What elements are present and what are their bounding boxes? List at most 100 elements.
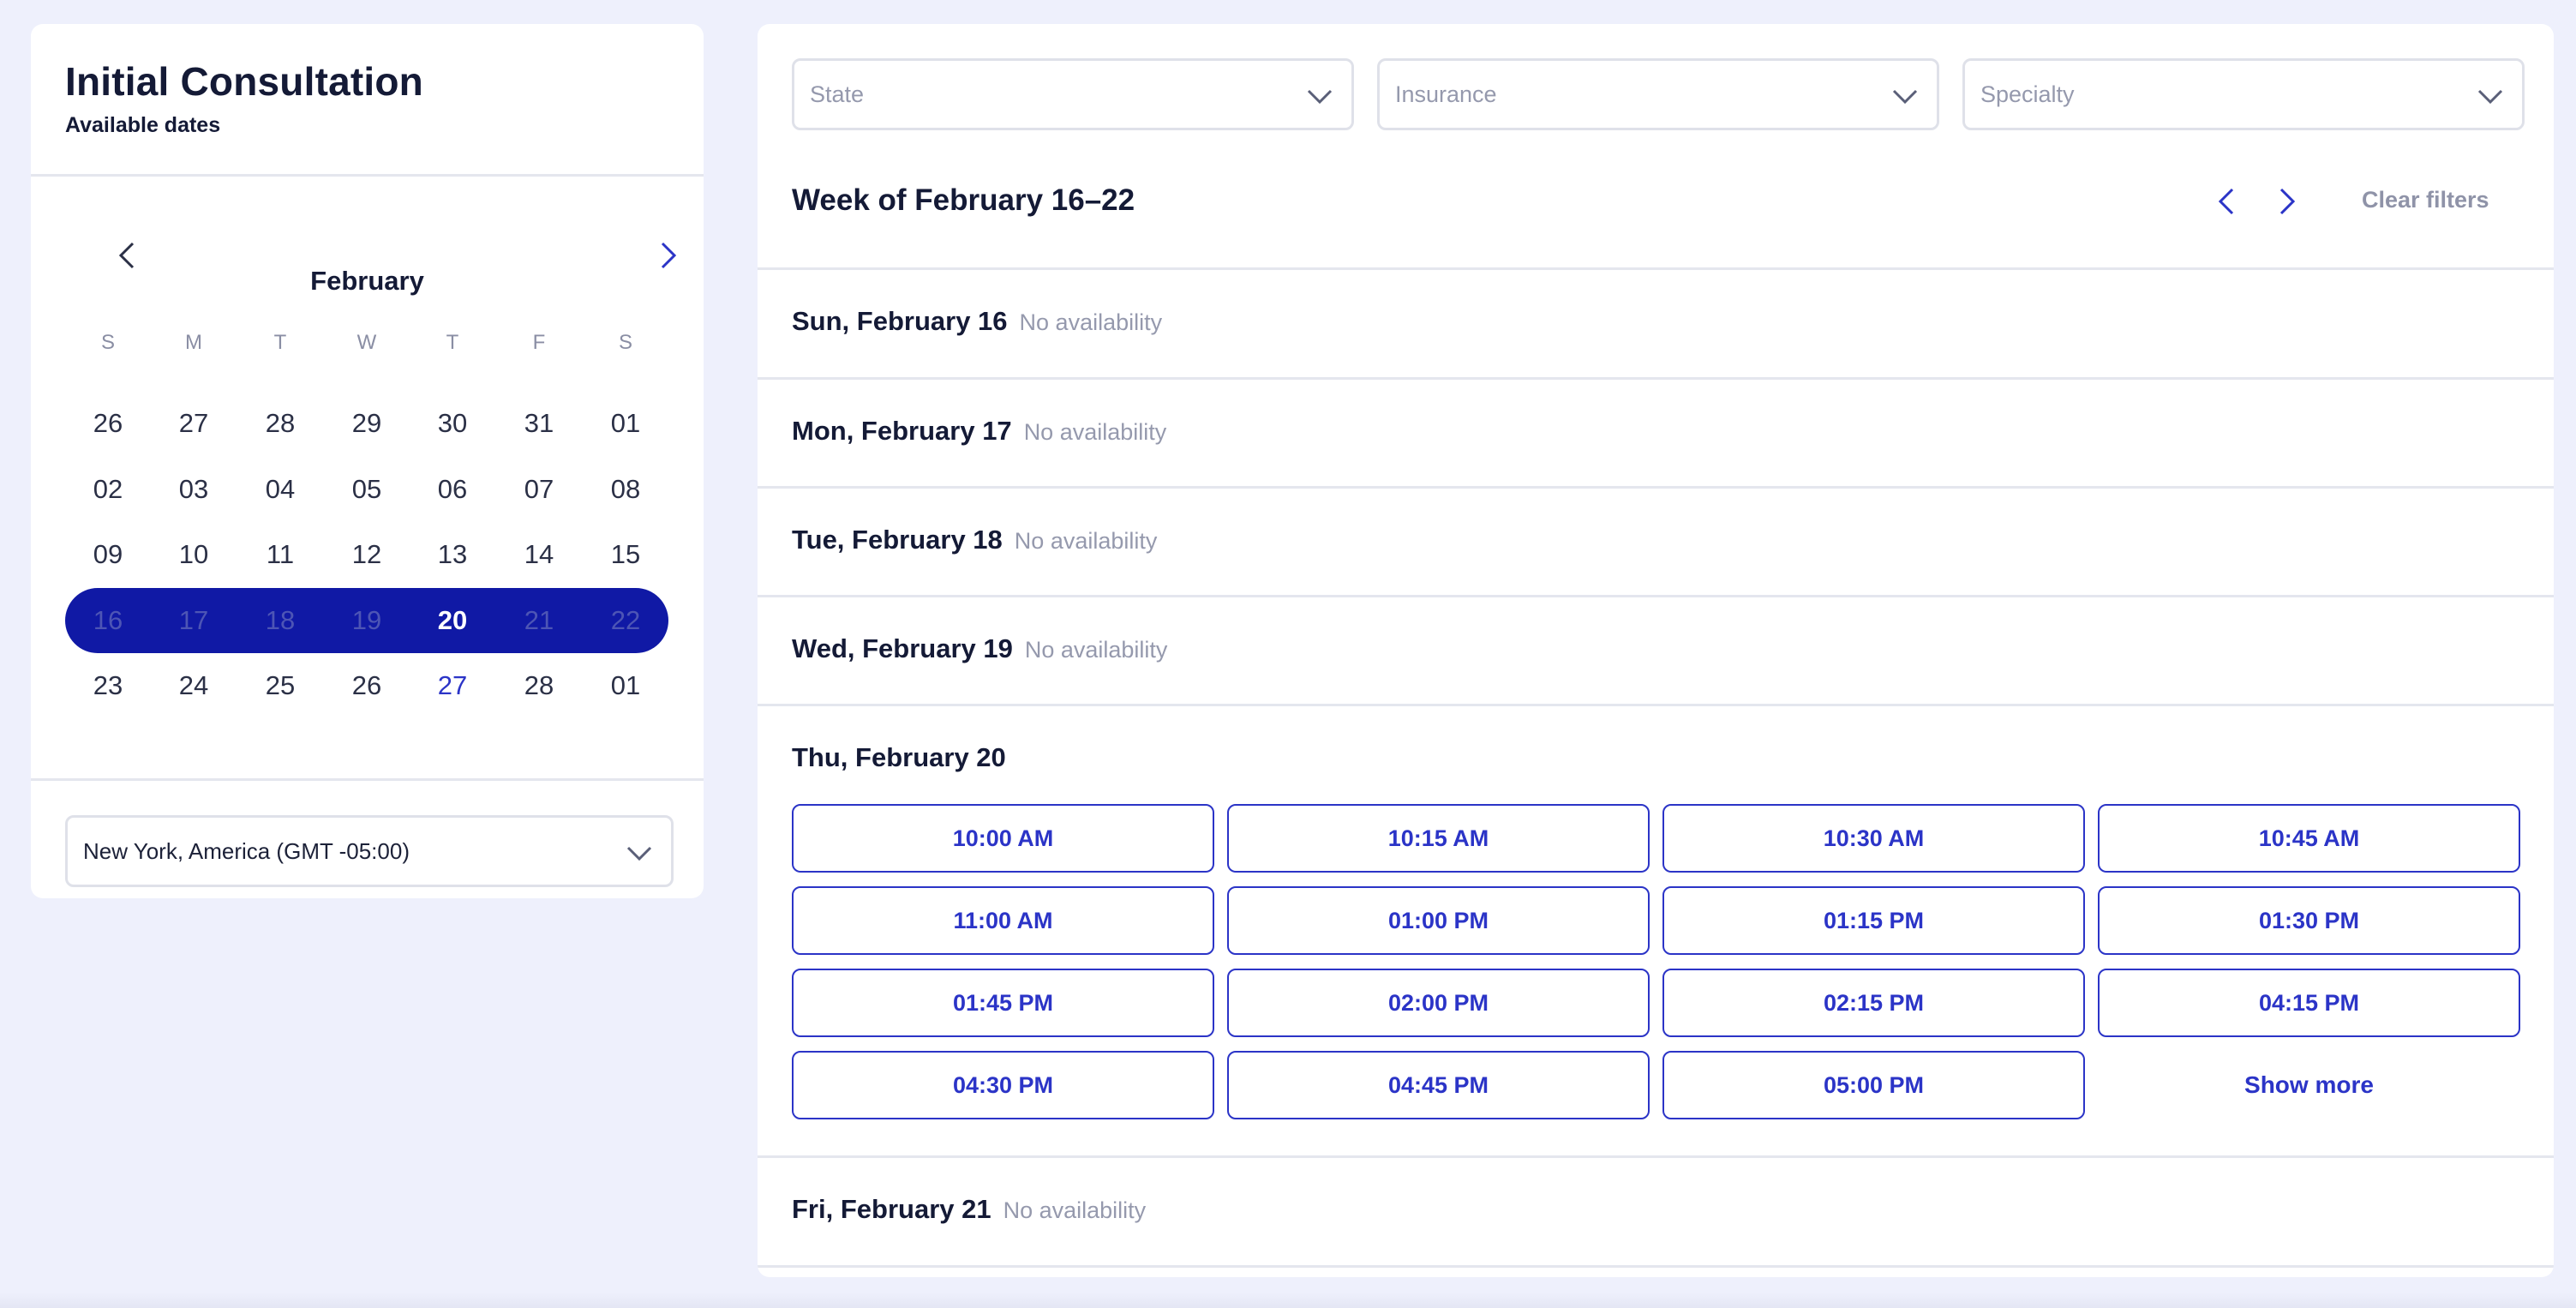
calendar-weekday-label: S <box>100 331 115 354</box>
calendar-day-07[interactable]: 07 <box>505 457 573 522</box>
time-slot-button[interactable]: 01:45 PM <box>792 969 1214 1037</box>
day-date: Fri, February 21 <box>792 1194 991 1224</box>
time-slot-button[interactable]: 01:00 PM <box>1227 886 1650 955</box>
chevron-down-icon <box>1892 89 1918 105</box>
calendar-weekday-label: F <box>532 331 546 354</box>
calendar-day-26[interactable]: 26 <box>332 653 401 718</box>
calendar-weekday-label: S <box>618 331 632 354</box>
calendar-day-31[interactable]: 31 <box>505 391 573 456</box>
calendar-day-01[interactable]: 01 <box>591 391 660 456</box>
calendar-week-row: 26 27 28 29 30 31 01 <box>65 391 665 456</box>
specialty-filter-select[interactable]: Specialty <box>1962 58 2525 130</box>
day-label: Mon, February 17 No availability <box>792 416 1166 447</box>
chevron-left-icon <box>2218 188 2234 215</box>
calendar-day-01[interactable]: 01 <box>591 653 660 718</box>
next-week-button[interactable] <box>2268 183 2306 220</box>
calendar-day-19[interactable]: 19 <box>332 588 401 653</box>
day-date: Mon, February 17 <box>792 416 1012 446</box>
chevron-right-icon <box>2279 188 2296 215</box>
time-slot-button[interactable]: 04:15 PM <box>2098 969 2520 1037</box>
calendar-day-02[interactable]: 02 <box>74 457 142 522</box>
panel-header: Initial Consultation Available dates <box>31 24 704 177</box>
day-date: Tue, February 18 <box>792 525 1003 555</box>
timezone-select[interactable]: New York, America (GMT -05:00) <box>65 815 674 887</box>
day-label: Tue, February 18 No availability <box>792 525 1157 555</box>
calendar-day-24[interactable]: 24 <box>159 653 228 718</box>
time-slot-button[interactable]: 02:00 PM <box>1227 969 1650 1037</box>
time-slot-button[interactable]: 10:15 AM <box>1227 804 1650 873</box>
insurance-filter-select[interactable]: Insurance <box>1377 58 1939 130</box>
calendar-day-28[interactable]: 28 <box>246 391 315 456</box>
time-slot-button[interactable]: 05:00 PM <box>1662 1051 2085 1119</box>
time-slot-button[interactable]: 04:45 PM <box>1227 1051 1650 1119</box>
calendar-day-13[interactable]: 13 <box>418 522 487 587</box>
calendar-day-30[interactable]: 30 <box>418 391 487 456</box>
calendar-day-18[interactable]: 18 <box>246 588 315 653</box>
calendar-day-29[interactable]: 29 <box>332 391 401 456</box>
calendar-weekday-label: T <box>446 331 459 354</box>
show-more-button[interactable]: Show more <box>2098 1051 2520 1119</box>
previous-week-button[interactable] <box>2208 183 2245 220</box>
day-row: Thu, February 20 10:00 AM 10:15 AM 10:30 AM… <box>758 704 2554 1155</box>
calendar-weekday-label: W <box>356 331 377 354</box>
time-slot-button[interactable]: 10:30 AM <box>1662 804 2085 873</box>
time-slot-button[interactable]: 10:45 AM <box>2098 804 2520 873</box>
page-bottom-edge <box>0 1293 2576 1308</box>
state-filter-select[interactable]: State <box>792 58 1354 130</box>
day-row: Wed, February 19 No availability <box>758 595 2554 705</box>
calendar-day-23[interactable]: 23 <box>74 653 142 718</box>
day-row: Mon, February 17 No availability <box>758 377 2554 487</box>
calendar-day-03[interactable]: 03 <box>159 457 228 522</box>
day-row: Tue, February 18 No availability <box>758 486 2554 596</box>
availability-status: No availability <box>1023 419 1167 445</box>
calendar-month-label: February <box>310 266 424 296</box>
day-row: Fri, February 21 No availability <box>758 1155 2554 1265</box>
calendar-week-row: 23 24 25 26 27 28 01 <box>65 653 665 718</box>
calendar-day-14[interactable]: 14 <box>505 522 573 587</box>
calendar-day-25[interactable]: 25 <box>246 653 315 718</box>
calendar-weekday-header: SMTWTFS <box>31 331 704 365</box>
calendar-day-16[interactable]: 16 <box>74 588 142 653</box>
chevron-down-icon <box>626 846 652 861</box>
time-slot-button[interactable]: 02:15 PM <box>1662 969 2085 1037</box>
time-slot-button[interactable]: 11:00 AM <box>792 886 1214 955</box>
calendar-day-06[interactable]: 06 <box>418 457 487 522</box>
day-row: Sun, February 16 No availability <box>758 267 2554 377</box>
calendar-day-26[interactable]: 26 <box>74 391 142 456</box>
calendar-day-05[interactable]: 05 <box>332 457 401 522</box>
day-date: Wed, February 19 <box>792 633 1013 663</box>
calendar-day-08[interactable]: 08 <box>591 457 660 522</box>
availability-panel: State Insurance Specialty Week of Februa… <box>758 24 2554 1277</box>
day-label: Thu, February 20 <box>792 742 1006 773</box>
time-slot-button[interactable]: 01:30 PM <box>2098 886 2520 955</box>
availability-status: No availability <box>1019 309 1163 335</box>
calendar-next-month-button[interactable] <box>650 237 687 274</box>
calendar-day-10[interactable]: 10 <box>159 522 228 587</box>
calendar-day-09[interactable]: 09 <box>74 522 142 587</box>
week-title: Week of February 16–22 <box>792 183 1135 217</box>
calendar-day-15[interactable]: 15 <box>591 522 660 587</box>
page-subtitle: Available dates <box>65 113 221 137</box>
calendar-day-28[interactable]: 28 <box>505 653 573 718</box>
calendar-week-row: 16 17 18 19 20 21 22 <box>65 587 668 653</box>
time-slot-button[interactable]: 04:30 PM <box>792 1051 1214 1119</box>
timezone-section: New York, America (GMT -05:00) <box>31 778 704 898</box>
specialty-filter-placeholder: Specialty <box>1980 81 2075 107</box>
calendar-day-11[interactable]: 11 <box>246 522 315 587</box>
calendar-day-27[interactable]: 27 <box>418 653 487 718</box>
calendar-day-22[interactable]: 22 <box>591 588 660 653</box>
clear-filters-button[interactable]: Clear filters <box>2362 187 2489 213</box>
calendar-day-12[interactable]: 12 <box>332 522 401 587</box>
calendar-day-04[interactable]: 04 <box>246 457 315 522</box>
availability-status: No availability <box>1014 528 1158 554</box>
chevron-right-icon <box>661 242 677 269</box>
day-label: Sun, February 16 No availability <box>792 306 1162 337</box>
calendar-day-20[interactable]: 20 <box>418 588 487 653</box>
calendar-week-row: 02 03 04 05 06 07 08 <box>65 457 665 522</box>
calendar-day-17[interactable]: 17 <box>159 588 228 653</box>
calendar-day-21[interactable]: 21 <box>505 588 573 653</box>
calendar-day-27[interactable]: 27 <box>159 391 228 456</box>
availability-status: No availability <box>1024 637 1168 663</box>
time-slot-button[interactable]: 01:15 PM <box>1662 886 2085 955</box>
time-slot-button[interactable]: 10:00 AM <box>792 804 1214 873</box>
